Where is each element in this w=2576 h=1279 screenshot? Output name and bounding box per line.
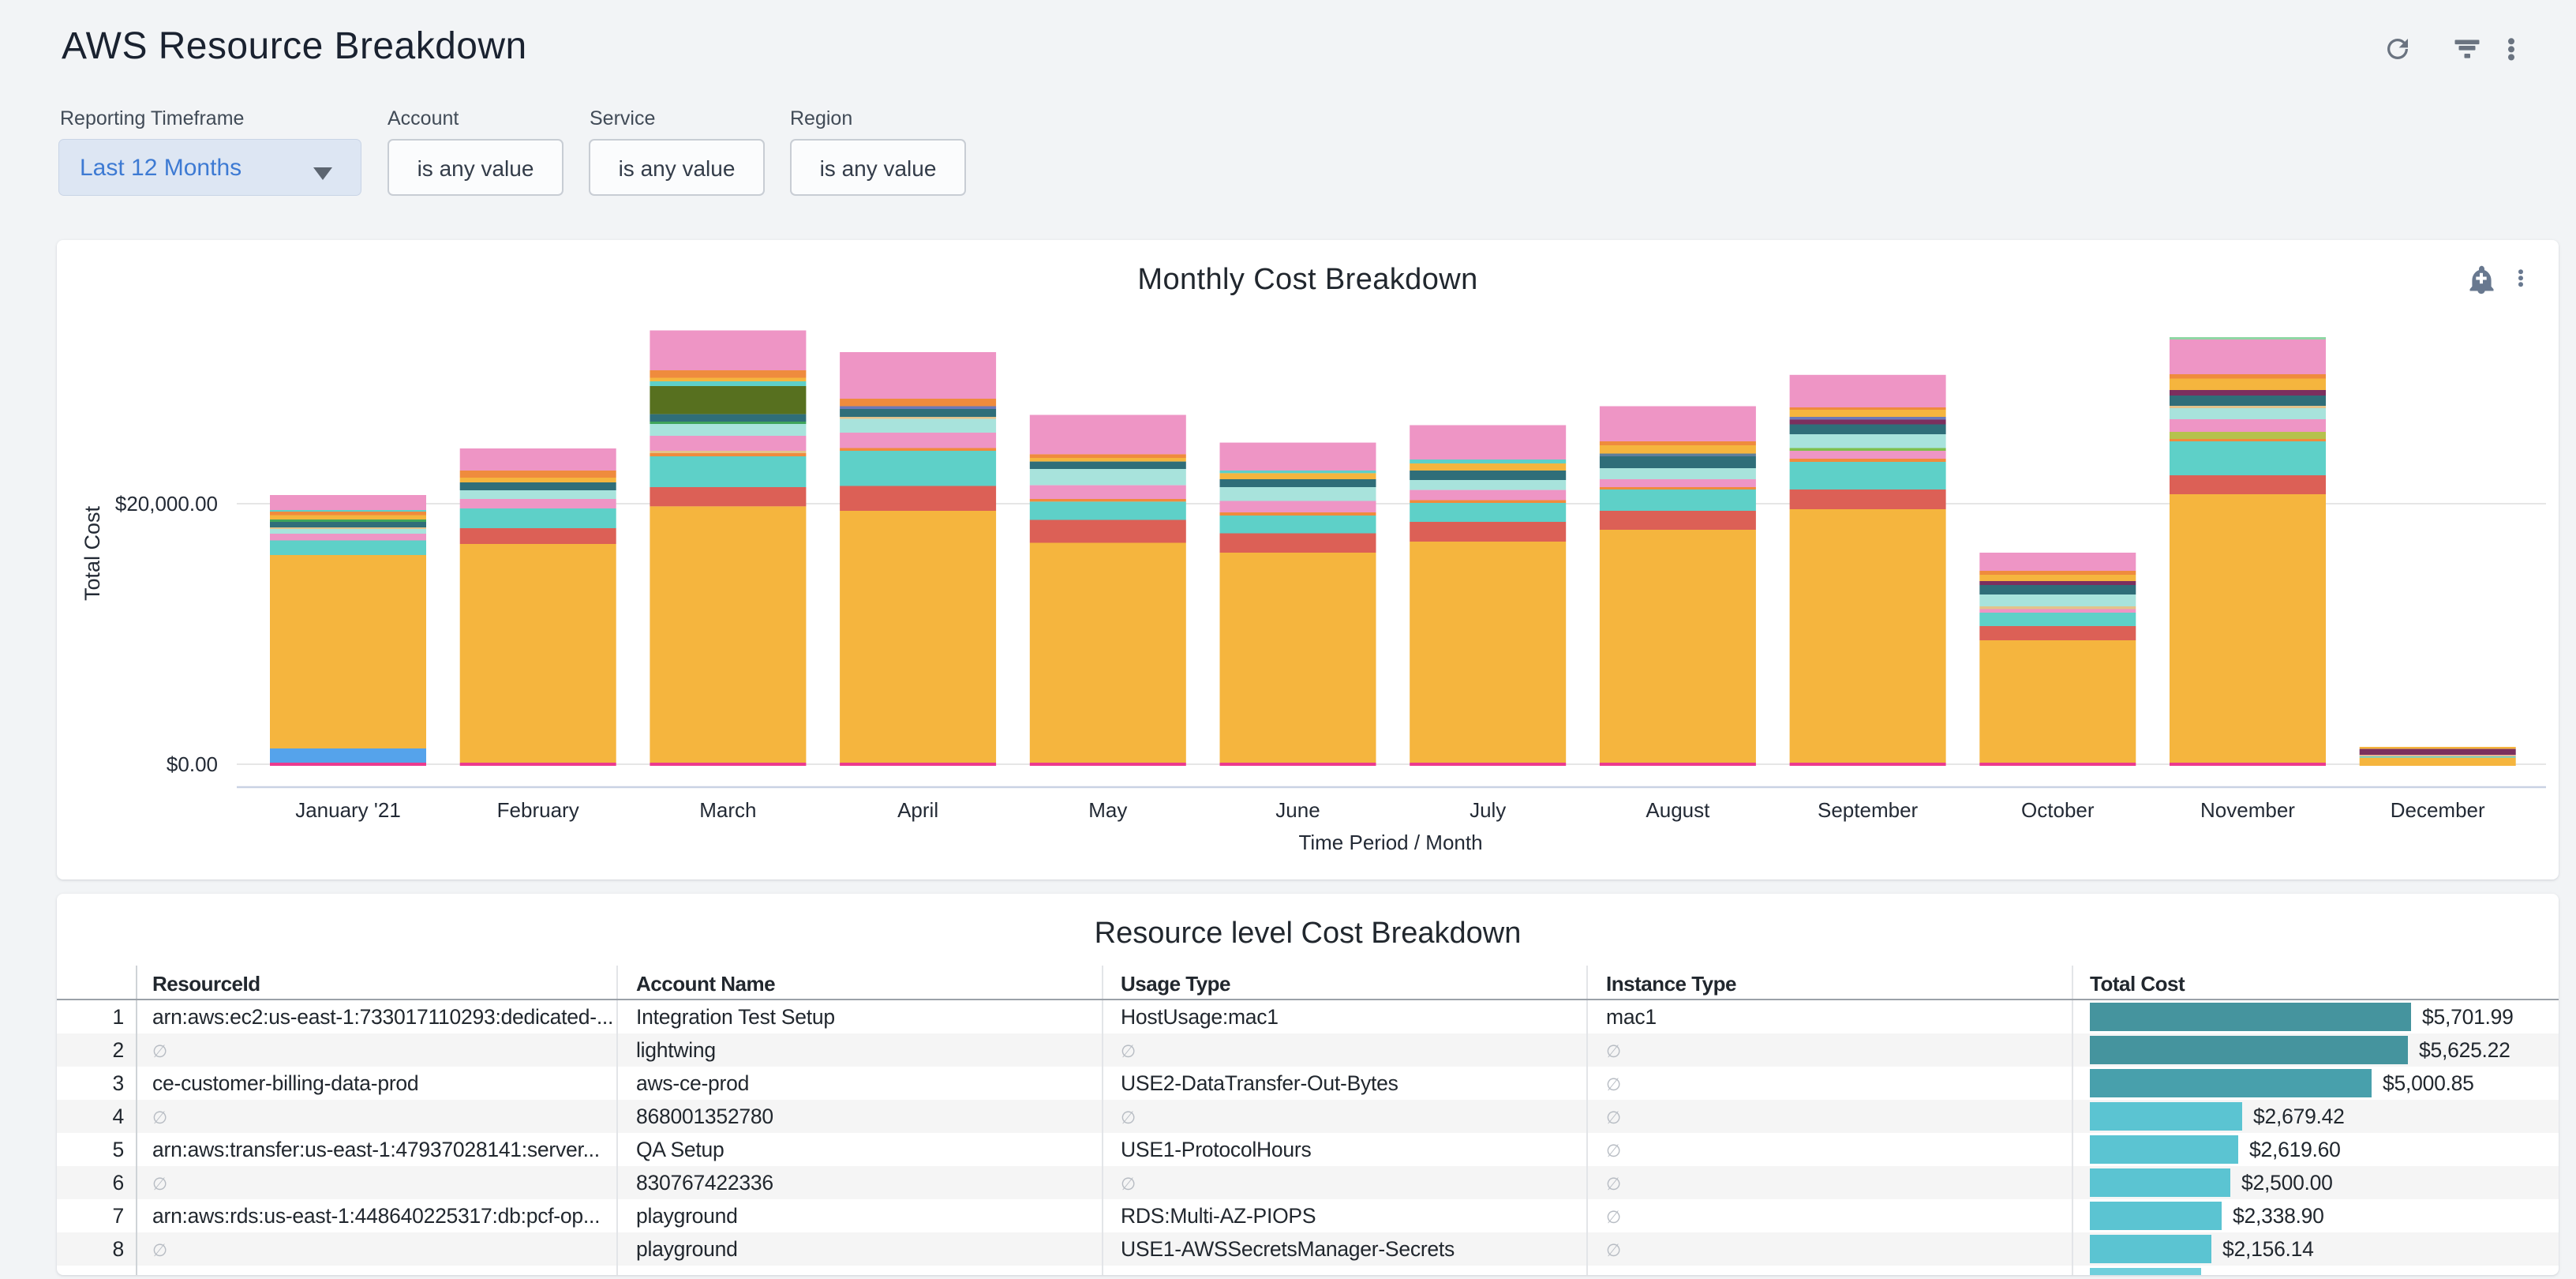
svg-text:February: February — [497, 798, 579, 822]
svg-text:November: November — [2200, 798, 2295, 822]
svg-text:$0.00: $0.00 — [167, 752, 218, 776]
svg-text:April: April — [897, 798, 938, 822]
svg-text:January '21: January '21 — [295, 798, 401, 822]
svg-text:May: May — [1088, 798, 1127, 822]
svg-text:Time Period / Month: Time Period / Month — [1298, 831, 1482, 854]
svg-text:June: June — [1275, 798, 1320, 822]
svg-text:Monthly Cost Breakdown: Monthly Cost Breakdown — [1137, 263, 1477, 296]
svg-text:December: December — [2391, 798, 2485, 822]
svg-text:September: September — [1818, 798, 1919, 822]
svg-text:August: August — [1646, 798, 1710, 822]
svg-text:$20,000.00: $20,000.00 — [115, 492, 218, 516]
svg-text:July: July — [1470, 798, 1506, 822]
svg-text:October: October — [2021, 798, 2095, 822]
svg-text:Total Cost: Total Cost — [80, 505, 104, 601]
svg-text:March: March — [699, 798, 756, 822]
